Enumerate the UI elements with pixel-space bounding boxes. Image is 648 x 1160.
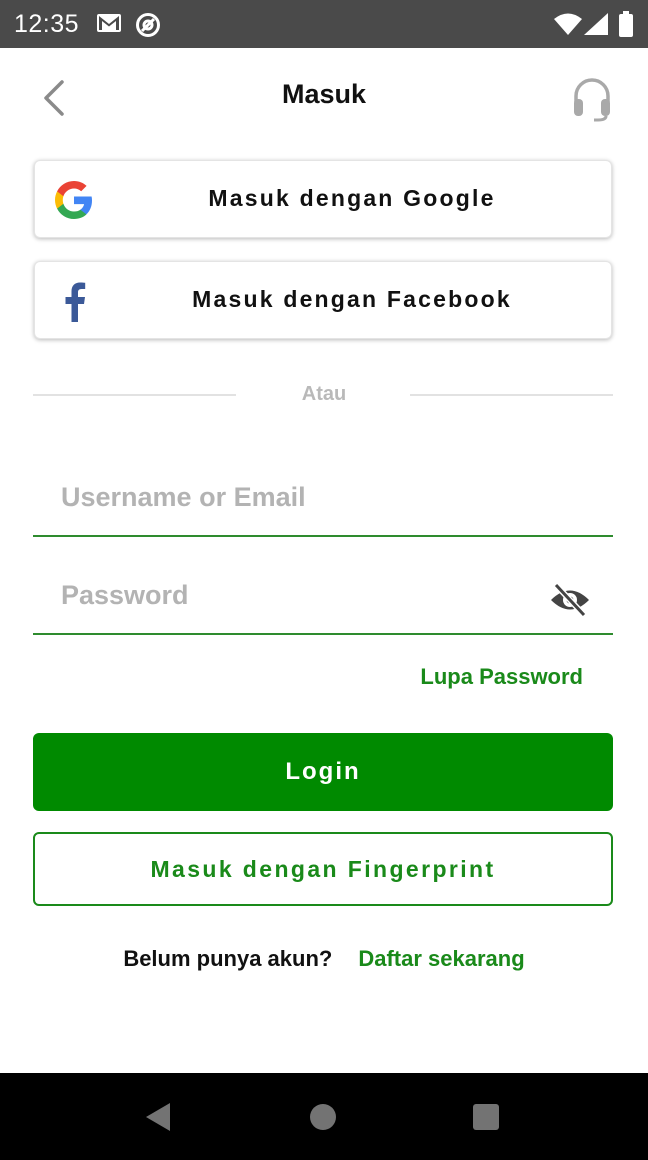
fingerprint-login-button[interactable]: Masuk dengan Fingerprint: [33, 832, 613, 906]
support-button[interactable]: [568, 74, 616, 122]
username-field-container: [33, 461, 613, 537]
battery-icon: [618, 11, 634, 42]
facebook-login-label: Masuk dengan Facebook: [192, 286, 512, 312]
recents-square-icon: [473, 1104, 499, 1130]
facebook-login-button[interactable]: Masuk dengan Facebook: [34, 261, 612, 339]
app-header: Masuk: [0, 48, 648, 148]
back-triangle-icon: [146, 1103, 170, 1131]
forgot-password-link[interactable]: Lupa Password: [420, 664, 583, 690]
google-login-label: Masuk dengan Google: [208, 185, 496, 211]
at-sign-icon: [135, 12, 161, 43]
gmail-icon: [96, 12, 122, 39]
password-input[interactable]: [61, 569, 541, 621]
signup-row: Belum punya akun? Daftar sekarang: [0, 946, 648, 972]
system-nav-bar: [0, 1073, 648, 1160]
signup-link[interactable]: Daftar sekarang: [358, 946, 524, 971]
headset-icon: [574, 78, 610, 122]
eye-off-icon: [551, 582, 589, 618]
password-field-container: [33, 559, 613, 635]
signal-icon: [584, 13, 608, 40]
status-time: 12:35: [14, 10, 80, 38]
page-title: Masuk: [281, 79, 367, 109]
google-login-button[interactable]: Masuk dengan Google: [34, 160, 612, 238]
nav-back-button[interactable]: [142, 1101, 174, 1133]
divider-right: [410, 394, 613, 396]
nav-home-button[interactable]: [307, 1101, 339, 1133]
signup-question: Belum punya akun?: [123, 946, 333, 971]
status-bar: 12:35: [0, 0, 648, 48]
home-circle-icon: [310, 1104, 336, 1130]
password-visibility-toggle[interactable]: [549, 581, 591, 619]
login-button[interactable]: Login: [33, 733, 613, 811]
username-input[interactable]: [61, 471, 541, 523]
nav-recents-button[interactable]: [470, 1101, 502, 1133]
wifi-icon: [554, 13, 582, 40]
